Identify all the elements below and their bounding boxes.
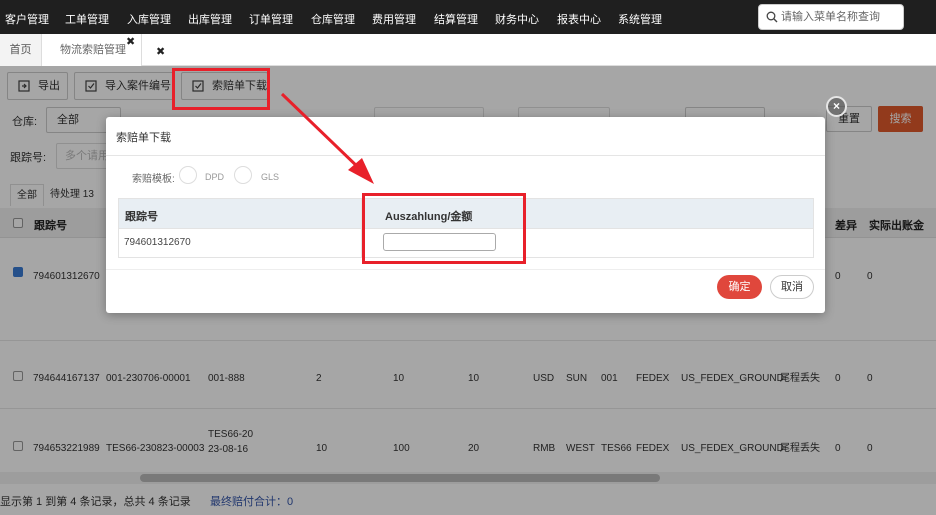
close-all-tabs-icon[interactable]: ✖: [156, 45, 165, 58]
top-nav: 客户管理 工单管理 入库管理 出库管理 订单管理 仓库管理 费用管理 结算管理 …: [0, 0, 936, 34]
tab-home[interactable]: 首页: [0, 34, 42, 66]
nav-item-customer[interactable]: 客户管理: [5, 11, 49, 27]
tab-logistics-claims[interactable]: 物流索赔管理 ✖: [42, 34, 142, 66]
nav-item-warehouse[interactable]: 仓库管理: [311, 11, 355, 27]
dialog-close-icon[interactable]: ×: [826, 96, 847, 117]
menu-search-input[interactable]: [781, 8, 899, 26]
nav-item-system[interactable]: 系统管理: [618, 11, 662, 27]
annotation-box-download: [172, 68, 270, 110]
tab-logistics-claims-label: 物流索赔管理: [60, 44, 126, 56]
dialog-title: 索赔单下载: [116, 132, 171, 144]
tab-close-icon[interactable]: ✖: [126, 26, 135, 59]
search-icon: [766, 11, 778, 23]
template-radio-dpd[interactable]: [179, 166, 197, 184]
dialog-footer-divider: [106, 269, 825, 270]
dialog-cell-tracking: 794601312670: [124, 237, 191, 248]
template-label: 索赔模板:: [132, 174, 175, 185]
tab-home-label: 首页: [9, 44, 32, 56]
nav-item-inbound[interactable]: 入库管理: [127, 11, 171, 27]
annotation-box-amount: [362, 193, 526, 264]
confirm-button[interactable]: 确定: [717, 275, 762, 299]
nav-item-settlement[interactable]: 结算管理: [434, 11, 478, 27]
nav-item-reports[interactable]: 报表中心: [557, 11, 601, 27]
nav-item-fees[interactable]: 费用管理: [372, 11, 416, 27]
template-radio-gls[interactable]: [234, 166, 252, 184]
nav-item-finance[interactable]: 财务中心: [495, 11, 539, 27]
cancel-button[interactable]: 取消: [770, 275, 814, 299]
template-dpd-label: DPD: [205, 172, 225, 182]
template-gls-label: GLS: [261, 172, 280, 182]
dialog-header-tracking: 跟踪号: [125, 211, 158, 223]
dialog-divider: [106, 155, 825, 156]
menu-search-box: [758, 4, 904, 30]
nav-item-orders[interactable]: 订单管理: [249, 11, 293, 27]
nav-item-outbound[interactable]: 出库管理: [188, 11, 232, 27]
nav-item-workorder[interactable]: 工单管理: [65, 11, 109, 27]
tab-bar: 首页 物流索赔管理 ✖ ✖: [0, 34, 936, 66]
